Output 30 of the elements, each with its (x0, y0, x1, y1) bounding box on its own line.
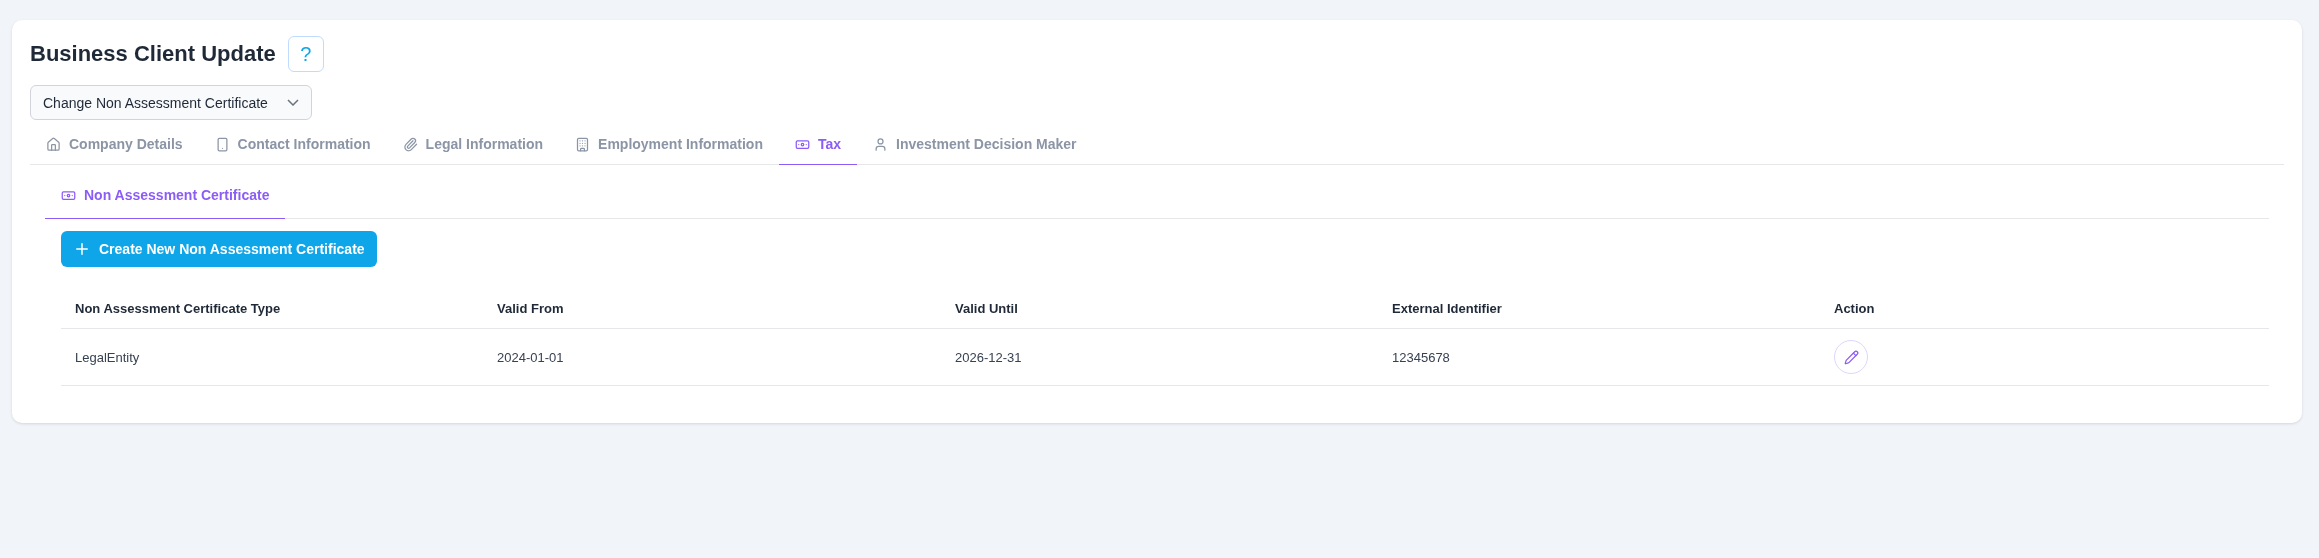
user-icon (873, 136, 889, 152)
column-header: Valid From (496, 300, 565, 318)
plus-icon (73, 240, 91, 258)
select-value: Change Non Assessment Certificate (43, 94, 268, 111)
tab[interactable]: Tax (778, 124, 858, 165)
pencil-icon (1843, 349, 1859, 365)
page-title: Business Client Update (30, 41, 276, 67)
column-header: Valid Until (954, 300, 1019, 318)
help-button[interactable]: ? (287, 36, 324, 72)
tab[interactable]: Investment Decision Maker (857, 124, 1093, 165)
action-select[interactable]: Change Non Assessment Certificate (30, 85, 312, 120)
table-cell: LegalEntity (75, 349, 140, 365)
table-cell: 2026-12-31 (955, 349, 1022, 365)
paperclip-icon (402, 136, 418, 152)
chevron-down-icon (287, 99, 299, 106)
tab[interactable]: Non Assessment Certificate (45, 173, 286, 219)
table-cell: 12345678 (1392, 349, 1450, 365)
tab[interactable]: Legal Information (386, 124, 560, 165)
tab[interactable]: Employment Information (559, 124, 779, 165)
smartphone-icon (214, 136, 230, 152)
edit-button[interactable] (1834, 340, 1868, 374)
create-button[interactable]: Create New Non Assessment Certificate (61, 231, 377, 267)
house-icon (46, 136, 61, 152)
column-header: Action (1833, 300, 1876, 318)
table-cell: 2024-01-01 (497, 349, 564, 365)
column-header: External Identifier (1391, 300, 1503, 318)
building-icon (575, 136, 591, 152)
tab[interactable]: Contact Information (198, 124, 387, 165)
column-header: Non Assessment Certificate Type (74, 300, 282, 318)
tab[interactable]: Company Details (30, 124, 199, 165)
